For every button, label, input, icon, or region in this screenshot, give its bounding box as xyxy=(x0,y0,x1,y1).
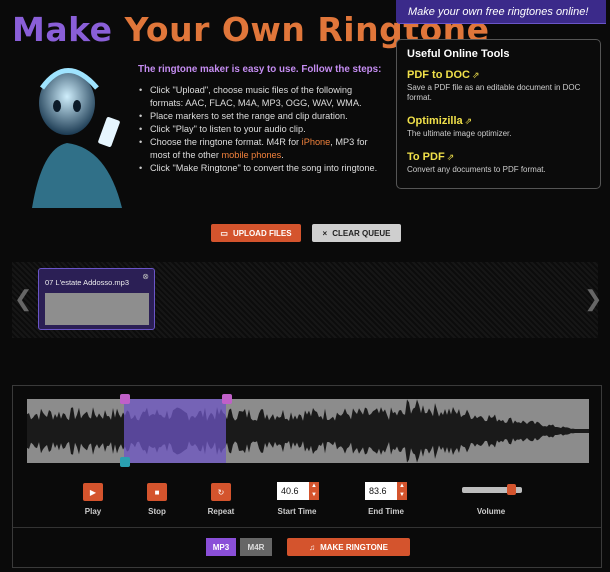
play-icon: ▶ xyxy=(89,487,97,497)
title-make: Make xyxy=(12,10,113,49)
intro-heading: The ringtone maker is easy to use. Follo… xyxy=(138,64,382,75)
external-link-icon: ⇗ xyxy=(464,116,473,126)
tool-optimizilla[interactable]: Optimizilla ⇗ The ultimate image optimizer… xyxy=(407,111,600,139)
step-item: Place markers to set the range and clip … xyxy=(138,110,386,123)
upload-label: UPLOAD FILES xyxy=(232,228,292,238)
close-icon: × xyxy=(322,228,328,238)
step-text: Choose the ringtone format. M4R for xyxy=(150,137,302,147)
repeat-icon: ↻ xyxy=(217,487,225,497)
step-item: Choose the ringtone format. M4R for iPho… xyxy=(138,136,386,162)
file-waveform xyxy=(45,293,149,325)
tool-desc: Convert any documents to PDF format. xyxy=(407,165,546,174)
tool-to-pdf[interactable]: To PDF ⇗ Convert any documents to PDF form… xyxy=(407,147,600,175)
volume-label: Volume xyxy=(476,507,506,516)
chevron-right-icon[interactable]: ❯ xyxy=(584,286,602,312)
start-time-stepper[interactable]: ▲ ▼ xyxy=(309,482,319,500)
tools-heading: Useful Online Tools xyxy=(407,48,510,60)
step-item: Click "Make Ringtone" to convert the son… xyxy=(138,162,386,175)
start-time-input[interactable]: 40.6 xyxy=(277,482,309,500)
mobile-phones-link[interactable]: mobile phones xyxy=(222,150,282,160)
start-marker-handle[interactable] xyxy=(120,394,130,404)
tool-link[interactable]: To PDF xyxy=(407,151,445,163)
tool-desc: The ultimate image optimizer. xyxy=(407,129,512,138)
play-button[interactable]: ▶ xyxy=(83,483,103,501)
external-link-icon: ⇗ xyxy=(471,70,480,80)
external-link-icon: ⇗ xyxy=(446,152,455,162)
upload-files-button[interactable]: ▭ UPLOAD FILES xyxy=(211,224,301,242)
audio-editor: ▶ Play ■ Stop ↻ Repeat 40.6 ▲ ▼ Start Tim… xyxy=(12,385,602,568)
clear-queue-button[interactable]: × CLEAR QUEUE xyxy=(312,224,401,242)
folder-icon: ▭ xyxy=(220,228,228,238)
step-item: Click "Upload", choose music files of th… xyxy=(138,84,386,110)
step-text: . xyxy=(281,150,284,160)
tool-link[interactable]: Optimizilla xyxy=(407,115,463,127)
repeat-label: Repeat xyxy=(207,507,235,516)
stop-label: Stop xyxy=(148,507,166,516)
useful-tools-panel: Useful Online Tools PDF to DOC ⇗ Save a PD… xyxy=(396,39,601,189)
waveform[interactable] xyxy=(27,399,589,463)
repeat-button[interactable]: ↻ xyxy=(211,483,231,501)
hero-illustration xyxy=(32,68,122,208)
queue-file-item[interactable]: 07 L'estate Addosso.mp3 ⊗ xyxy=(38,268,155,330)
selected-range xyxy=(124,399,226,463)
make-ringtone-button[interactable]: ♫ MAKE RINGTONE xyxy=(287,538,410,556)
tool-desc: Save a PDF file as an editable document … xyxy=(407,83,581,102)
iphone-link[interactable]: iPhone xyxy=(302,137,331,147)
step-item: Click "Play" to listen to your audio cli… xyxy=(138,123,386,136)
tool-pdf-to-doc[interactable]: PDF to DOC ⇗ Save a PDF file as an editabl… xyxy=(407,65,600,103)
end-time-input[interactable]: 83.6 xyxy=(365,482,397,500)
ringtone-icon: ♫ xyxy=(309,542,316,552)
play-label: Play xyxy=(84,507,102,516)
tagline-banner: Make your own free ringtones online! xyxy=(396,0,606,24)
format-m4r-toggle[interactable]: M4R xyxy=(240,538,272,556)
divider xyxy=(13,527,601,528)
clear-label: CLEAR QUEUE xyxy=(332,228,391,238)
end-time-label: End Time xyxy=(368,507,404,516)
end-time-stepper[interactable]: ▲ ▼ xyxy=(397,482,407,500)
playhead-handle[interactable] xyxy=(120,457,130,467)
stop-icon: ■ xyxy=(154,487,160,497)
remove-file-icon[interactable]: ⊗ xyxy=(142,272,149,281)
start-time-label: Start Time xyxy=(277,507,317,516)
end-marker-handle[interactable] xyxy=(222,394,232,404)
stop-button[interactable]: ■ xyxy=(147,483,167,501)
make-label: MAKE RINGTONE xyxy=(320,542,388,552)
format-mp3-toggle[interactable]: MP3 xyxy=(206,538,236,556)
steps-list: Click "Upload", choose music files of th… xyxy=(138,84,386,175)
tool-link[interactable]: PDF to DOC xyxy=(407,69,470,81)
chevron-left-icon[interactable]: ❮ xyxy=(14,286,32,312)
file-name: 07 L'estate Addosso.mp3 xyxy=(45,278,129,287)
volume-slider-handle[interactable] xyxy=(507,484,516,495)
